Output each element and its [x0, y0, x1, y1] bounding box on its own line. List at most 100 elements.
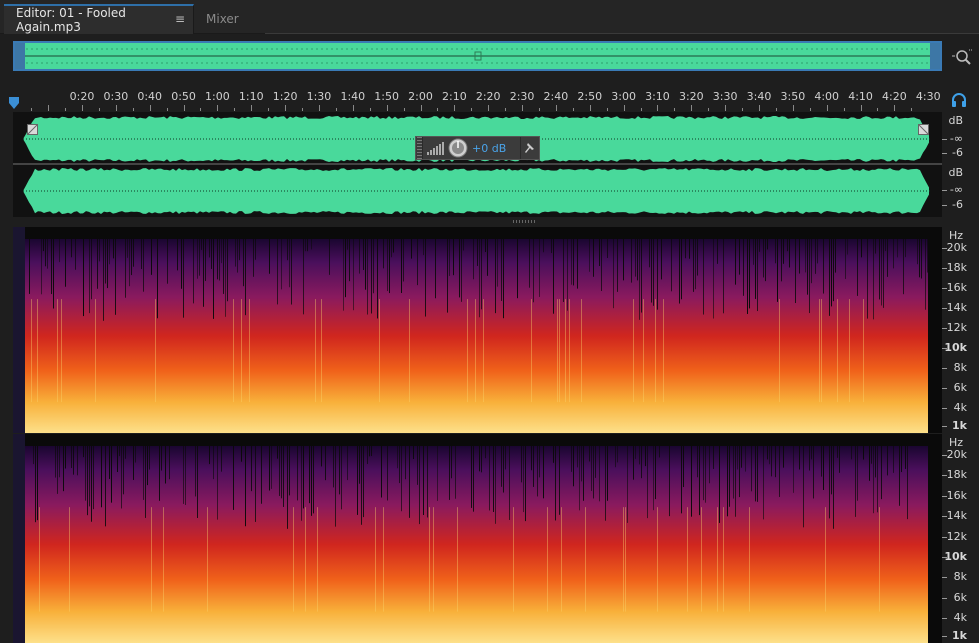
spectral-gap: [269, 239, 270, 274]
divider-grip[interactable]: [513, 220, 537, 223]
spectral-gap: [425, 239, 426, 317]
spectral-gap: [43, 239, 44, 252]
tab-divider: [265, 33, 979, 34]
timeline-tick: [166, 108, 168, 111]
fade-in-handle-icon[interactable]: [27, 124, 38, 135]
timeline-tick: [640, 108, 642, 111]
pin-icon[interactable]: [524, 142, 536, 154]
spectral-transient: [321, 299, 322, 403]
playhead-icon[interactable]: [9, 97, 19, 109]
timeline-tick: [708, 108, 710, 111]
panel-divider[interactable]: [13, 217, 942, 227]
spectral-display-channel-1[interactable]: [13, 227, 942, 433]
timeline-tick: [420, 105, 422, 111]
headphones-icon[interactable]: [951, 92, 967, 108]
scale-tick: [942, 153, 947, 154]
spectral-gap: [723, 239, 724, 314]
timeline-tick-label: 1:10: [238, 90, 264, 103]
spectral-gap: [769, 446, 770, 465]
spectral-gap: [779, 446, 780, 497]
spectral-gap: [279, 446, 280, 496]
timeline-tick-label: 4:20: [882, 90, 907, 103]
hud-grip[interactable]: [417, 137, 423, 159]
spectrogram-left-edge: [13, 227, 25, 433]
volume-knob-icon[interactable]: [448, 138, 468, 158]
spectral-gap: [281, 239, 282, 290]
spectral-gap: [521, 446, 522, 483]
spectral-gap: [747, 239, 748, 314]
spectral-gap: [487, 239, 488, 276]
spectral-gap: [751, 446, 752, 492]
timeline-tick-label: 2:30: [509, 90, 535, 103]
spectral-gap: [387, 239, 388, 292]
spectral-gap: [503, 239, 504, 319]
spectral-gap: [847, 239, 848, 255]
overview-left-handle[interactable]: [15, 43, 25, 69]
spectral-gap: [459, 239, 460, 298]
spectral-transient: [39, 507, 40, 612]
spectral-gap: [161, 446, 162, 471]
spectral-gap: [881, 239, 882, 306]
spectral-gap: [501, 446, 502, 487]
tab-mixer[interactable]: Mixer: [200, 4, 239, 34]
spectral-gap: [65, 239, 66, 287]
spectral-gap: [435, 239, 436, 299]
spectral-gap: [85, 446, 86, 501]
hz-label: 16k: [946, 281, 967, 294]
spectral-gap: [543, 239, 544, 253]
hz-label: 4k: [953, 611, 967, 624]
spectral-gap: [71, 446, 72, 468]
spectral-transient: [623, 507, 624, 612]
spectral-gap: [809, 446, 810, 471]
spectral-gap: [765, 239, 766, 282]
spectral-gap: [615, 446, 616, 468]
overview-right-handle[interactable]: [930, 43, 940, 69]
spectral-gap: [305, 239, 306, 252]
timeline-tick-label: 4:00: [814, 90, 840, 103]
hud-separator: [520, 137, 521, 159]
spectral-gap: [389, 239, 390, 294]
fade-out-handle-icon[interactable]: [918, 124, 929, 135]
timeline-tick: [48, 105, 50, 111]
spectral-gap: [217, 446, 218, 520]
spectral-gap: [739, 239, 740, 275]
spectral-gap: [581, 446, 582, 482]
timeline-tick-label: 4:10: [848, 90, 873, 103]
volume-hud[interactable]: +0 dB: [415, 136, 540, 160]
spectral-gap: [223, 239, 224, 294]
overview-navigator[interactable]: [13, 41, 942, 71]
spectral-gap: [209, 446, 210, 465]
spectral-transient: [581, 299, 582, 403]
spectral-gap: [593, 446, 594, 499]
timeline-ruler[interactable]: 0:20 0:30 0:40 0:50 1:00 1:10 1:20 1:30 1:40 1:50…: [13, 88, 942, 112]
tab-editor[interactable]: Editor: 01 - Fooled Again.mp3 ≡: [4, 4, 194, 34]
spectral-gap: [811, 446, 812, 460]
spectral-transient: [57, 299, 58, 403]
spectral-gap: [97, 239, 98, 289]
spectral-gap: [493, 446, 494, 512]
spectral-gap: [213, 446, 214, 480]
spectral-gap: [241, 446, 242, 462]
spectral-transient: [31, 299, 32, 403]
spectral-gap: [107, 239, 108, 289]
spectral-gap: [115, 239, 116, 315]
zoom-navigator-icon[interactable]: [951, 46, 973, 68]
spectral-display-channel-2[interactable]: [13, 434, 942, 643]
timeline-tick-label: 1:00: [205, 90, 230, 103]
timeline-tick-label: 3:20: [678, 90, 704, 103]
spectral-gap: [589, 239, 590, 272]
panel-menu-icon[interactable]: ≡: [175, 12, 185, 26]
spectral-gap: [243, 239, 244, 287]
hz-label: 8k: [953, 361, 967, 374]
spectral-gap: [559, 446, 560, 515]
waveform-display[interactable]: [13, 112, 942, 217]
volume-value[interactable]: +0 dB: [472, 142, 506, 155]
spectral-gap: [601, 239, 602, 291]
spectral-gap: [485, 446, 486, 459]
hz-label: 20k: [946, 241, 967, 254]
hz-tick: [942, 636, 947, 637]
spectral-gap: [71, 239, 72, 258]
hz-tick: [942, 495, 947, 497]
spectral-gap: [463, 239, 464, 251]
timeline-tick: [471, 108, 473, 111]
